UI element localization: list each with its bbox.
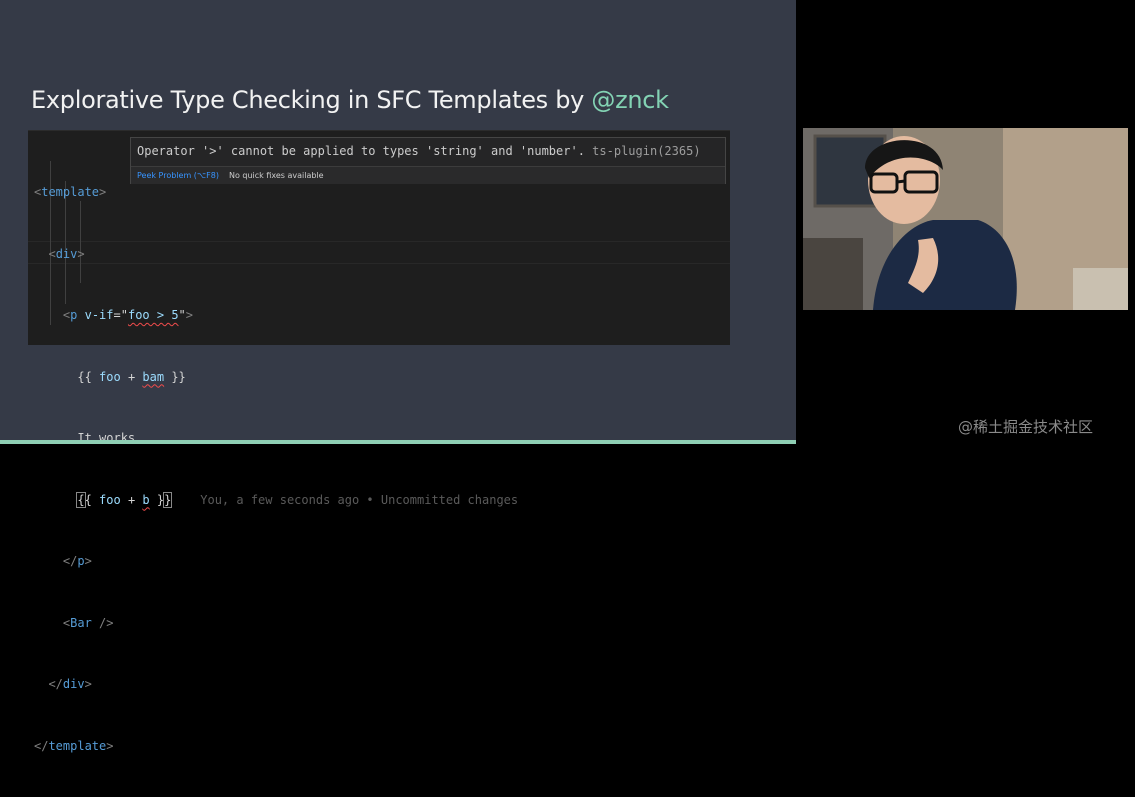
peek-problem-link[interactable]: Peek Problem (⌥F8) (137, 171, 219, 180)
token: /> (91, 615, 114, 630)
code-line: It works. (34, 428, 518, 449)
token: v-if (84, 308, 114, 322)
token: div (62, 677, 85, 691)
no-quick-fixes-label: No quick fixes available (228, 171, 324, 180)
code-line: <template> (34, 182, 518, 203)
token: template (41, 185, 100, 199)
token: { (84, 492, 100, 507)
token: {{ (77, 369, 100, 384)
matching-bracket: } (163, 491, 173, 508)
token: div (55, 246, 78, 261)
token: </ (48, 677, 63, 691)
token: > (77, 246, 85, 261)
author-handle: @znck (591, 86, 669, 114)
slide-progress-bar (0, 440, 796, 444)
token: foo (99, 492, 121, 507)
token: > (106, 738, 114, 753)
token: p (77, 554, 85, 568)
matching-bracket: { (76, 491, 86, 508)
error-identifier[interactable]: bam (142, 370, 164, 384)
code-line: <div> (34, 244, 518, 265)
error-expression[interactable]: foo > 5 (128, 308, 179, 322)
token: template (48, 738, 107, 753)
code-line: {{ foo + b }} You, a few seconds ago • U… (34, 490, 518, 511)
token: </ (62, 554, 78, 568)
token: =" (113, 308, 128, 322)
error-message: Operator '>' cannot be applied to types … (137, 144, 701, 158)
slide-title-text: Explorative Type Checking in SFC Templat… (31, 86, 592, 114)
token: </ (34, 738, 49, 753)
code-line: <p v-if="foo > 5"> (34, 305, 518, 326)
token: " (178, 308, 186, 322)
token: foo (99, 369, 121, 384)
token: + (120, 492, 143, 507)
error-identifier[interactable]: b (142, 493, 149, 507)
slide: Explorative Type Checking in SFC Templat… (0, 0, 796, 753)
error-hover-tooltip: Operator '>' cannot be applied to types … (130, 137, 726, 184)
token: Bar (70, 615, 92, 630)
token: + (120, 369, 143, 384)
git-blame-annotation: You, a few seconds ago • Uncommitted cha… (200, 492, 519, 507)
token: < (48, 246, 56, 261)
slide-title: Explorative Type Checking in SFC Templat… (31, 86, 669, 114)
code-line: <Bar /> (34, 613, 518, 634)
hover-actions: Peek Problem (⌥F8) No quick fixes availab… (131, 166, 725, 184)
watermark: @稀土掘金技术社区 (958, 418, 1094, 436)
token: > (84, 554, 92, 568)
code-line: </template> (34, 736, 518, 757)
token: > (84, 677, 92, 691)
token: > (185, 308, 194, 322)
code-line: </p> (34, 551, 518, 572)
webcam-feed (803, 128, 1128, 310)
code-content: <template> <div> <p v-if="foo > 5"> {{ f… (34, 141, 518, 797)
token: > (99, 185, 107, 199)
token: }} (164, 369, 186, 384)
token: } (149, 492, 165, 507)
error-source: ts-plugin(2365) (592, 144, 701, 158)
code-line: {{ foo + bam }} (34, 367, 518, 388)
code-line: </div> (34, 674, 518, 695)
token: < (62, 615, 71, 630)
error-message-text: Operator '>' cannot be applied to types … (137, 144, 585, 158)
presenter-video (803, 128, 1128, 310)
